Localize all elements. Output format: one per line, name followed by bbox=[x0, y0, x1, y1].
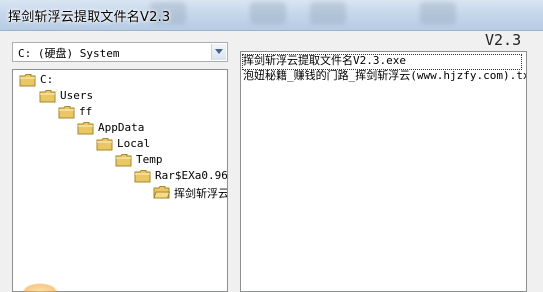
tree-item-label: ff bbox=[79, 105, 93, 118]
folder-icon bbox=[19, 74, 36, 87]
app-window: 挥剑斩浮云提取文件名V2.3 V2.3 C: (硬盘) System C: Us… bbox=[0, 0, 543, 292]
background-ghost-icon bbox=[250, 2, 286, 24]
title-bar[interactable]: 挥剑斩浮云提取文件名V2.3 bbox=[0, 0, 543, 31]
folder-icon bbox=[134, 170, 151, 183]
tree-item-label: Users bbox=[60, 89, 94, 102]
drive-select[interactable]: C: (硬盘) System bbox=[12, 42, 228, 62]
open-folder-icon bbox=[153, 186, 170, 199]
client-area: V2.3 C: (硬盘) System C: Users ff AppData … bbox=[0, 31, 543, 292]
file-list-item[interactable]: 挥剑斩浮云提取文件名V2.3.exe bbox=[242, 54, 522, 70]
dropdown-arrow-button[interactable] bbox=[211, 44, 226, 60]
folder-icon bbox=[39, 90, 56, 103]
file-list[interactable]: 挥剑斩浮云提取文件名V2.3.exe 泡妞秘籍_赚钱的门路_挥剑斩浮云(www.… bbox=[240, 51, 527, 292]
tree-item-label: AppData bbox=[98, 121, 145, 134]
tree-item-label: Local bbox=[117, 137, 151, 150]
directory-tree[interactable]: C: Users ff AppData Local Temp Rar$EXa0.… bbox=[12, 69, 228, 292]
background-ghost-icon bbox=[420, 2, 456, 24]
tree-item-label: Rar$EXa0.968 bbox=[155, 169, 228, 182]
folder-icon bbox=[96, 138, 113, 151]
tree-item-label: 挥剑斩浮云 bbox=[174, 187, 228, 200]
window-title: 挥剑斩浮云提取文件名V2.3 bbox=[8, 10, 171, 25]
chevron-down-icon bbox=[215, 49, 223, 54]
background-ghost-icon bbox=[310, 2, 346, 24]
folder-icon bbox=[115, 154, 132, 167]
version-label: V2.3 bbox=[485, 31, 522, 49]
tree-item-label: C: bbox=[40, 73, 54, 86]
folder-icon bbox=[58, 106, 75, 119]
tree-item-label: Temp bbox=[136, 153, 163, 166]
folder-icon bbox=[77, 122, 94, 135]
file-list-item[interactable]: 泡妞秘籍_赚钱的门路_挥剑斩浮云(www.hjzfy.com).txt bbox=[242, 69, 526, 85]
drive-select-value: C: (硬盘) System bbox=[18, 47, 120, 60]
